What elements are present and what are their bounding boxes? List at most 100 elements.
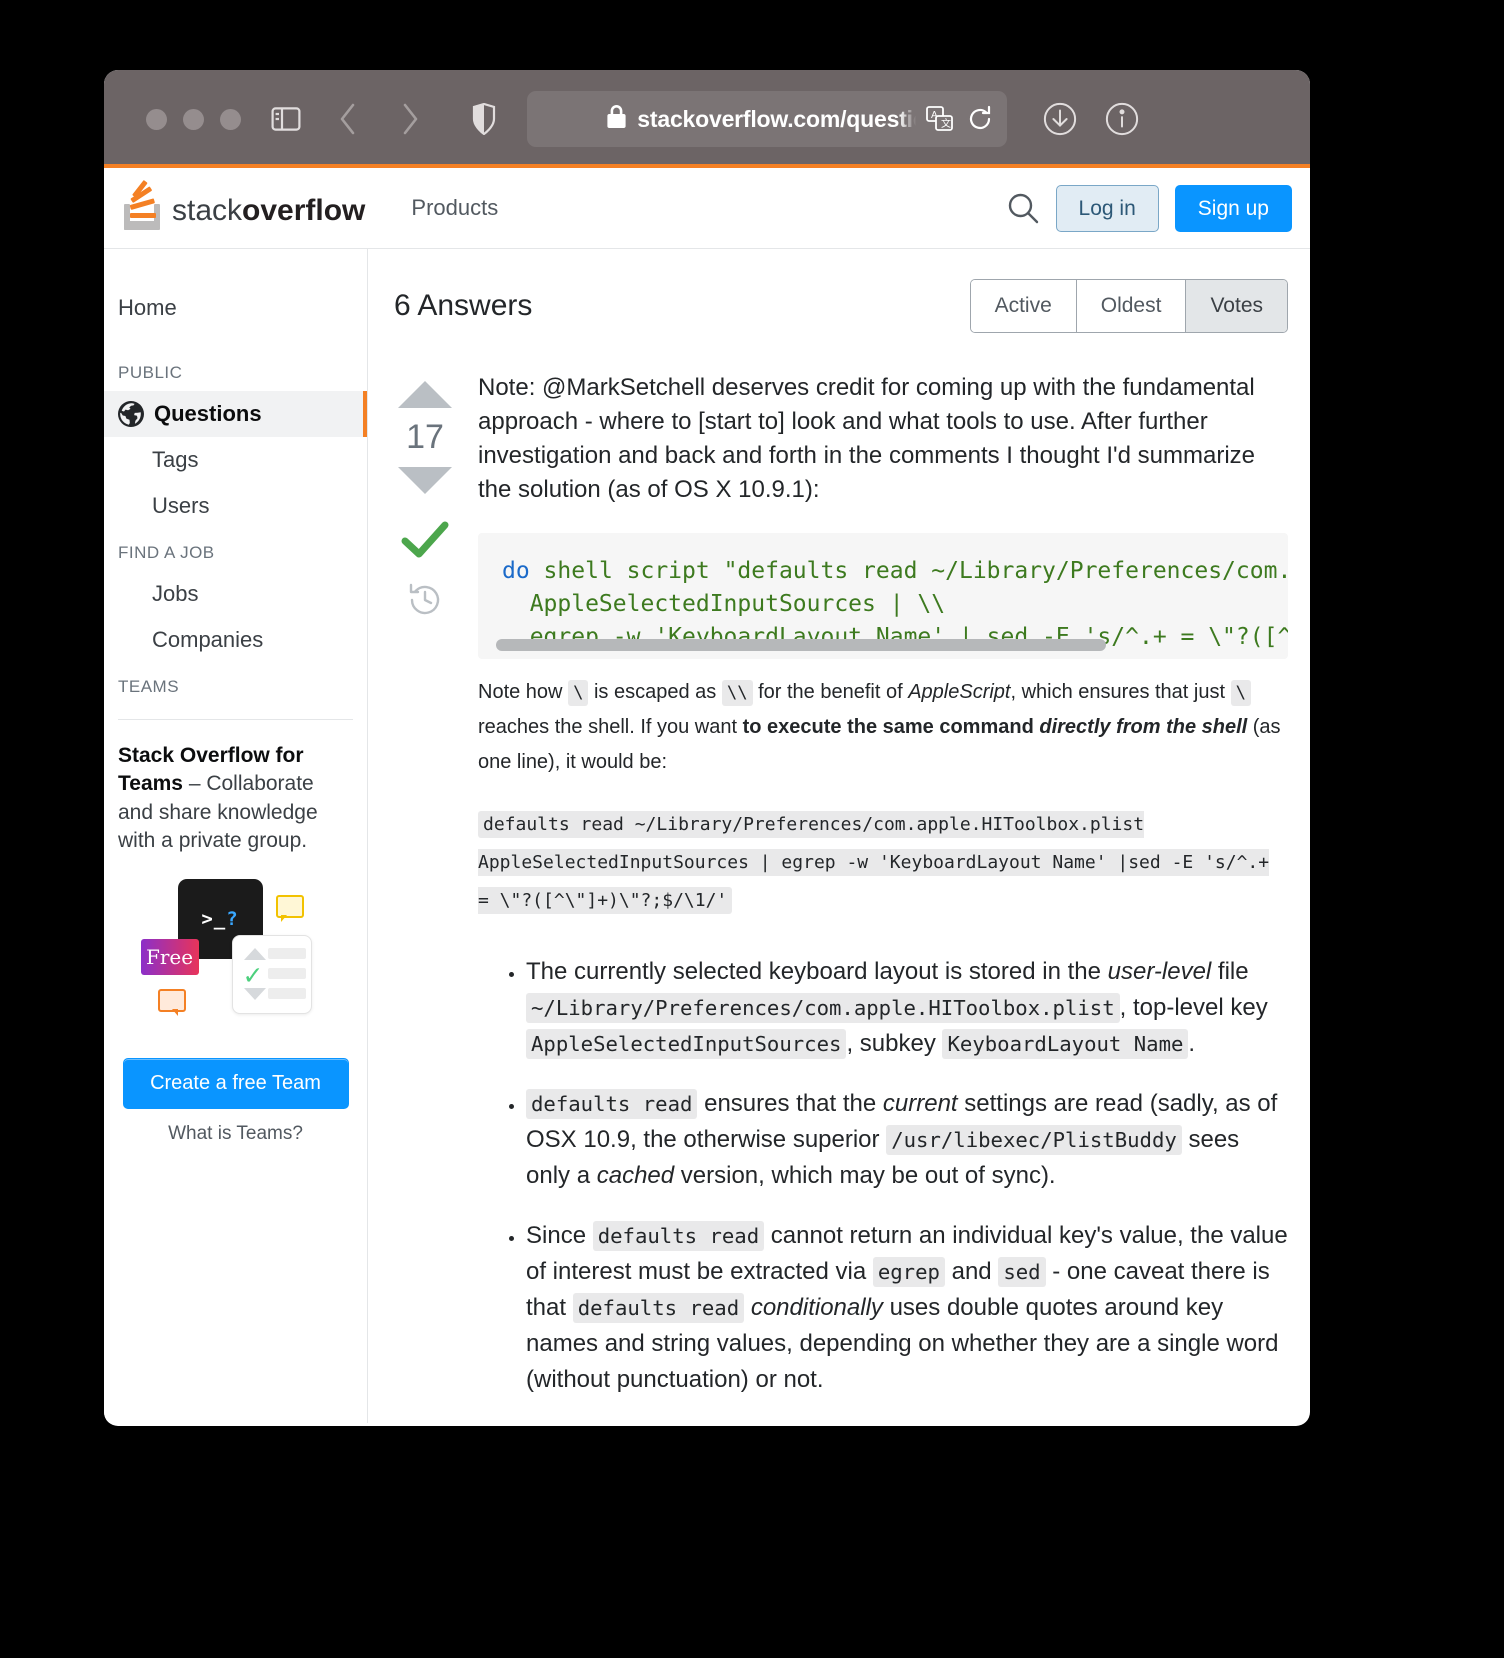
code-line-2: AppleSelectedInputSources | \\ xyxy=(502,590,946,617)
sidebar-heading-public: PUBLIC xyxy=(118,363,183,382)
lock-icon xyxy=(607,104,626,134)
escape-text-1: Note how xyxy=(478,681,569,704)
bullet1-emphasis: user-level xyxy=(1107,957,1212,985)
inline-command-paragraph: defaults read ~/Library/Preferences/com.… xyxy=(478,806,1288,919)
url-text: stackoverflow.com/questio xyxy=(637,105,927,132)
bullet3-text-4 xyxy=(744,1294,751,1321)
search-icon[interactable] xyxy=(1006,191,1040,225)
arrow-up-icon[interactable] xyxy=(398,381,452,408)
teams-promo-copy: Stack Overflow for Teams – Collaborate a… xyxy=(118,742,353,855)
teams-illustration: >_? Free ✓ xyxy=(136,877,336,1042)
code-block[interactable]: do shell script "defaults read ~/Library… xyxy=(478,533,1288,660)
stackoverflow-logo[interactable]: stackoverflow xyxy=(122,179,366,230)
info-icon[interactable] xyxy=(1105,102,1139,136)
logo-text-light: stack xyxy=(172,194,243,227)
vote-count: 17 xyxy=(406,418,444,456)
translate-icon[interactable]: A 文 xyxy=(925,104,955,134)
illustration-check-icon: ✓ xyxy=(242,962,264,991)
sidebar-icon[interactable] xyxy=(269,102,303,136)
close-window-button[interactable] xyxy=(146,108,167,130)
inline-code-defaults-read-2: defaults read xyxy=(592,1220,765,1251)
create-free-team-button[interactable]: Create a free Team xyxy=(122,1058,349,1110)
globe-icon xyxy=(118,401,144,427)
escape-text-2: is escaped as xyxy=(588,681,722,704)
what-is-teams-link[interactable]: What is Teams? xyxy=(118,1123,353,1145)
tab-votes[interactable]: Votes xyxy=(1186,280,1287,332)
checkmark-icon[interactable] xyxy=(401,520,449,567)
escape-text-4: , which ensures that just xyxy=(1010,681,1231,704)
sidebar-item-label: Questions xyxy=(154,401,262,426)
sidebar-item-questions[interactable]: Questions xyxy=(104,391,367,437)
minimize-window-button[interactable] xyxy=(183,108,204,130)
browser-toolbar: stackoverflow.com/questio A 文 xyxy=(104,70,1310,168)
bullet2-emphasis-cached: cached xyxy=(596,1161,675,1189)
bullet3-text-2: and xyxy=(944,1257,999,1285)
sidebar-item-users[interactable]: Users xyxy=(104,483,367,529)
code-keyword: do xyxy=(502,558,530,585)
answer-bullet-list: The currently selected keyboard layout i… xyxy=(478,954,1288,1398)
illustration-downvote-icon xyxy=(243,988,266,1001)
inline-code-backslash: \ xyxy=(568,680,589,707)
sidebar-heading-teams: TEAMS xyxy=(118,677,180,696)
sidebar-item-jobs[interactable]: Jobs xyxy=(104,571,367,617)
shield-icon[interactable] xyxy=(467,102,501,136)
execute-command-bold: to execute the same command xyxy=(742,716,1040,739)
answers-count-heading: 6 Answers xyxy=(394,289,533,322)
signup-button[interactable]: Sign up xyxy=(1174,184,1292,232)
applescript-emphasis: AppleScript xyxy=(908,681,1011,704)
svg-text:文: 文 xyxy=(941,117,951,130)
site-header: stackoverflow Products Log in Sign up xyxy=(104,168,1310,249)
chevron-right-icon[interactable] xyxy=(393,102,427,136)
teams-promo-card: Stack Overflow for Teams – Collaborate a… xyxy=(118,719,353,1145)
inline-code-egrep: egrep xyxy=(872,1256,945,1287)
stackoverflow-mark-icon xyxy=(122,179,164,230)
bullet2-emphasis-current: current xyxy=(882,1089,958,1117)
speech-bubble-orange-icon xyxy=(157,989,186,1017)
bullet1-text-5: . xyxy=(1188,1029,1196,1057)
arrow-down-icon[interactable] xyxy=(398,467,452,494)
sidebar-item-tags[interactable]: Tags xyxy=(104,437,367,483)
login-button[interactable]: Log in xyxy=(1055,184,1159,232)
bullet1-text-1: The currently selected keyboard layout i… xyxy=(526,957,1108,985)
tab-active[interactable]: Active xyxy=(970,280,1077,332)
address-bar[interactable]: stackoverflow.com/questio A 文 xyxy=(527,91,1007,147)
nav-products[interactable]: Products xyxy=(411,195,498,221)
directly-from-shell-bolditalic: directly from the shell xyxy=(1039,716,1248,739)
bullet3-text-0: Since xyxy=(526,1221,593,1249)
history-clock-icon[interactable] xyxy=(408,583,442,622)
bullet1-text-4: , subkey xyxy=(846,1029,943,1057)
bullet2-text-1: ensures that the xyxy=(697,1089,883,1117)
escape-text-5: reaches the shell. If you want xyxy=(478,716,743,739)
bullet2-text-4: version, which may be out of sync). xyxy=(674,1161,1056,1189)
zoom-window-button[interactable] xyxy=(220,108,241,130)
answers-main: 6 Answers Active Oldest Votes 17 Note: @… xyxy=(368,249,1310,1423)
answer-post: 17 Note: @MarkSetchell deserves credit f… xyxy=(394,371,1288,1422)
answer-sort-tabs[interactable]: Active Oldest Votes xyxy=(969,279,1288,333)
download-icon[interactable] xyxy=(1043,102,1077,136)
chevron-left-icon[interactable] xyxy=(331,102,365,136)
bullet3-emphasis-conditionally: conditionally xyxy=(750,1293,883,1321)
logo-text-bold: overflow xyxy=(242,194,366,227)
illustration-upvote-icon xyxy=(243,948,266,961)
sidebar-item-companies[interactable]: Companies xyxy=(104,617,367,663)
inline-code-sed: sed xyxy=(998,1256,1046,1287)
escape-text-3: for the benefit of xyxy=(752,681,909,704)
free-badge: Free xyxy=(140,939,199,976)
window-controls[interactable] xyxy=(146,108,241,130)
inline-code-plistbuddy: /usr/libexec/PlistBuddy xyxy=(886,1124,1182,1155)
vote-column: 17 xyxy=(394,371,456,1422)
list-item: Since defaults read cannot return an ind… xyxy=(526,1218,1288,1398)
code-horizontal-scrollbar[interactable] xyxy=(496,639,1106,652)
left-sidebar: Home PUBLIC Questions Tags Users FIND A … xyxy=(104,249,368,1423)
sidebar-item-home[interactable]: Home xyxy=(104,285,367,331)
inline-code-full-command: defaults read ~/Library/Preferences/com.… xyxy=(478,811,1270,914)
inline-code-appleselectedinputsources: AppleSelectedInputSources xyxy=(526,1028,847,1059)
sidebar-heading-find-a-job: FIND A JOB xyxy=(118,543,215,562)
terminal-question: ? xyxy=(226,908,239,931)
tab-oldest[interactable]: Oldest xyxy=(1076,280,1187,332)
list-item: defaults read ensures that the current s… xyxy=(526,1086,1288,1194)
inline-code-hitoolbox-path: ~/Library/Preferences/com.apple.HIToolbo… xyxy=(526,992,1120,1023)
reload-icon[interactable] xyxy=(965,104,995,134)
answer-escape-paragraph: Note how \ is escaped as \\ for the bene… xyxy=(478,675,1288,780)
list-item: The currently selected keyboard layout i… xyxy=(526,954,1288,1062)
